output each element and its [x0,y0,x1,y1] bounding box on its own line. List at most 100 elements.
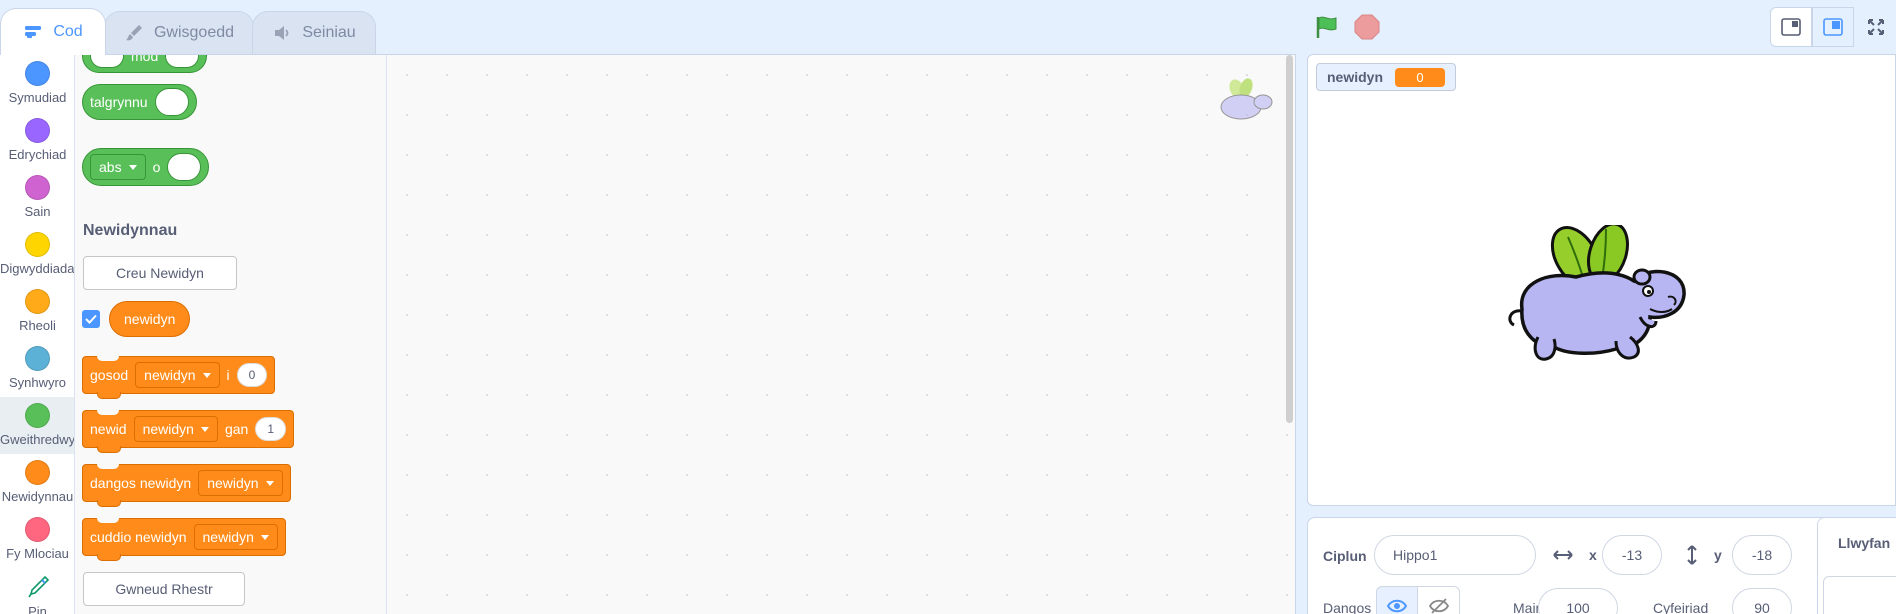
y-position-icon [1687,545,1697,565]
category-label: Pin [28,604,47,614]
category-operators[interactable]: Gweithredwyr [0,397,75,454]
category-looks[interactable]: Edrychiad [0,112,74,169]
set-variable-block[interactable]: gosod newidyn i 0 [82,356,276,399]
block-palette: mod talgrynnu abs o Newidynnau Creu Newi… [75,54,387,614]
category-events[interactable]: Digwyddiadau [0,226,75,283]
stage[interactable]: newidyn 0 [1307,54,1896,506]
by-label: gan [224,421,249,437]
small-stage-button[interactable] [1770,7,1812,47]
variable-monitor[interactable]: newidyn 0 [1316,63,1457,91]
backdrop-thumbnail[interactable] [1823,576,1896,614]
variable-monitor-checkbox[interactable] [82,310,100,328]
value-input[interactable]: 1 [255,417,287,441]
script-area[interactable] [387,54,1296,614]
category-sensing[interactable]: Synhwyro [0,340,74,397]
of-label: o [152,159,161,175]
stop-icon[interactable] [1354,14,1380,40]
code-icon [25,26,42,38]
fullscreen-icon [1868,19,1884,35]
brush-icon [125,25,142,41]
category-pen[interactable]: Pin [0,568,74,614]
category-label: Synhwyro [8,375,67,390]
variable-dropdown[interactable]: newidyn [135,362,220,388]
category-variables[interactable]: Newidynnau [0,454,74,511]
hide-variable-label: cuddio newidyn [90,529,187,545]
sprite-name-value: Hippo1 [1393,547,1438,563]
number-slot[interactable] [165,55,200,68]
direction-input[interactable]: 90 [1732,588,1792,614]
green-flag-icon[interactable] [1314,14,1340,40]
category-control[interactable]: Rheoli [0,283,74,340]
stage-size-controls [1770,7,1896,47]
direction-label: Cyfeiriad [1653,600,1709,614]
sprite-info-panel: Ciplun Hippo1 x -13 y -18 Dangos Maint 1… [1307,517,1859,614]
category-my-blocks[interactable]: Fy Mlociau [0,511,74,568]
round-block[interactable]: talgrynnu [82,84,197,120]
function-dropdown-label: abs [99,159,122,175]
tab-costumes[interactable]: Gwisgoedd [104,11,254,54]
fullscreen-button[interactable] [1856,7,1896,47]
direction-value: 90 [1754,600,1770,614]
value-input[interactable]: 0 [236,363,268,387]
category-motion[interactable]: Symudiad [0,55,74,112]
change-variable-block[interactable]: newid newidyn gan 1 [82,410,295,453]
tab-code[interactable]: Cod [0,8,106,55]
sound-color-dot [25,175,50,200]
category-label: Edrychiad [8,147,67,162]
variable-dropdown[interactable]: newidyn [193,524,278,550]
editor-tab-bar: Gwisgoedd Seiniau Cod [0,0,1300,55]
script-area-scrollbar[interactable] [1286,55,1293,423]
category-label: Digwyddiadau [0,261,75,276]
sensing-color-dot [25,346,50,371]
variable-dropdown-label: newidyn [142,421,194,437]
normal-stage-button[interactable] [1812,7,1854,47]
number-slot[interactable] [154,88,189,116]
chevron-down-icon [260,534,269,540]
variable-dropdown[interactable]: newidyn [133,416,218,442]
sprite-name-input[interactable]: Hippo1 [1374,535,1536,575]
x-input[interactable]: -13 [1602,535,1662,575]
eye-icon [1387,599,1407,613]
monitor-value: 0 [1395,67,1446,87]
x-position-icon [1553,550,1573,560]
number-slot[interactable] [167,153,202,181]
looks-color-dot [25,118,50,143]
number-slot[interactable] [90,55,124,68]
size-input[interactable]: 100 [1538,588,1618,614]
variable-dropdown-label: newidyn [207,475,259,491]
category-label: Fy Mlociau [6,546,69,561]
variable-reporter[interactable]: newidyn [109,301,191,337]
checkmark-icon [85,314,97,324]
category-label: Newidynnau [1,489,74,504]
category-label: Rheoli [19,318,56,333]
chevron-down-icon [202,372,211,378]
small-stage-icon [1781,18,1801,36]
chevron-down-icon [265,480,274,486]
variable-dropdown[interactable]: newidyn [198,470,283,496]
math-function-block[interactable]: abs o [82,148,210,186]
change-label: newid [90,421,127,437]
show-label: Dangos [1323,600,1372,614]
motion-color-dot [25,61,50,86]
chevron-down-icon [200,426,209,432]
make-variable-button[interactable]: Creu Newidyn [83,256,237,290]
hippo-sprite[interactable] [1498,225,1688,375]
to-label: i [226,367,230,383]
make-list-button[interactable]: Gwneud Rhestr [83,572,245,606]
y-input[interactable]: -18 [1732,535,1792,575]
category-sound[interactable]: Sain [0,169,74,226]
show-variable-block[interactable]: dangos newidyn newidyn [82,464,291,507]
sprite-name-label: Ciplun [1323,548,1367,564]
hide-variable-block[interactable]: cuddio newidyn newidyn [82,518,286,561]
tab-costumes-label: Gwisgoedd [153,24,235,41]
category-label: Gweithredwyr [0,432,75,447]
hide-sprite-button[interactable] [1418,586,1460,614]
category-label: Sain [24,204,51,219]
function-dropdown[interactable]: abs [90,154,146,180]
show-visible-button[interactable] [1376,586,1418,614]
mod-label: mod [131,54,159,64]
stage-backdrop-panel[interactable]: Llwyfan [1817,517,1896,614]
round-label: talgrynnu [90,94,148,110]
tab-sounds[interactable]: Seiniau [252,11,376,54]
mod-block[interactable]: mod [82,54,208,73]
